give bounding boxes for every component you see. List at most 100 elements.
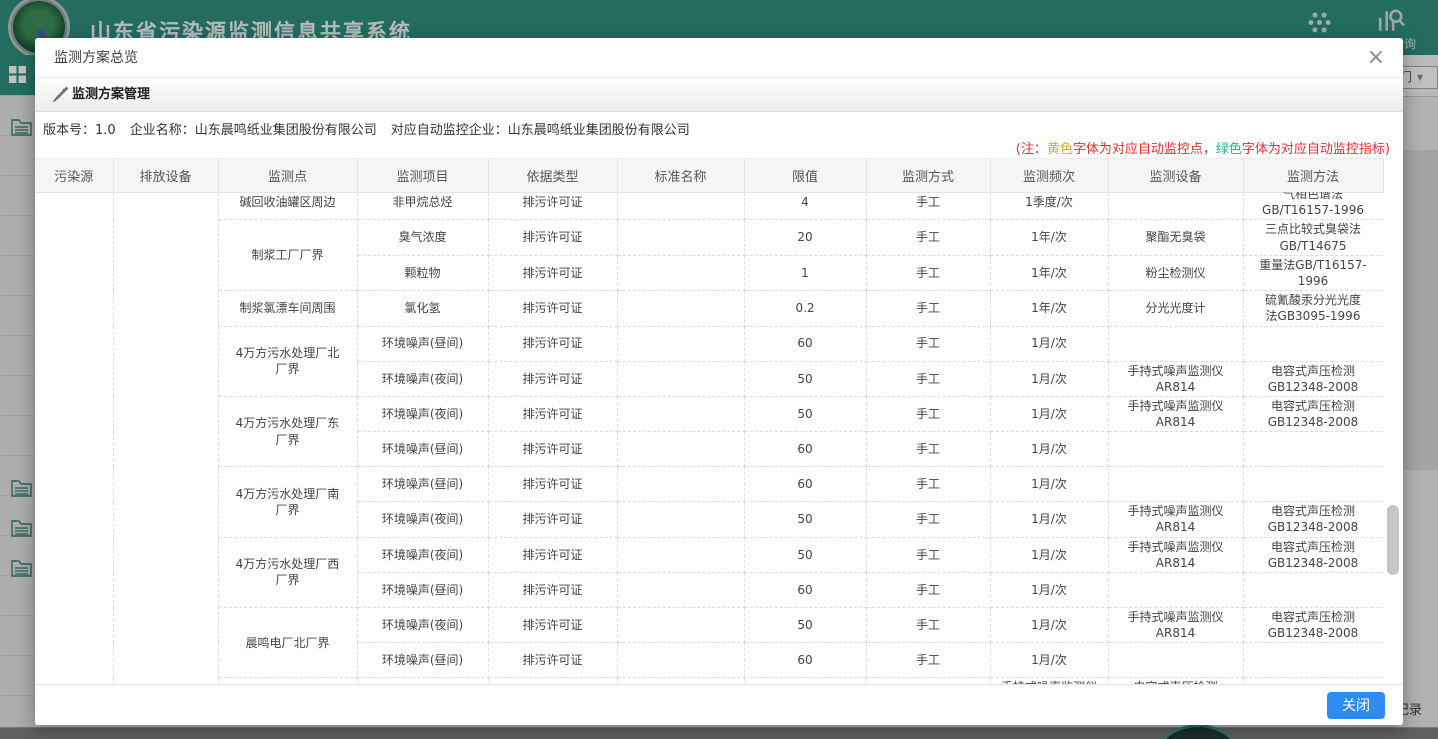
table-cell: [617, 220, 744, 255]
table-cell: 50: [744, 537, 866, 572]
table-cell: 环境噪声(昼间): [357, 432, 488, 467]
table-cell: 手工: [866, 573, 990, 608]
table-cell: 颗粒物: [357, 255, 488, 290]
table-cell: 1月/次: [990, 432, 1108, 467]
table-cell: 臭气浓度: [357, 220, 488, 255]
column-header-0: 污染源: [35, 159, 113, 193]
auto-company-value: 山东晨鸣纸业集团股份有限公司: [508, 123, 690, 138]
table-cell: 手工: [866, 432, 990, 467]
table-cell: 碱回收油罐区周边: [218, 192, 357, 220]
column-header-2: 监测点: [218, 159, 357, 193]
table-cell: [617, 643, 744, 678]
company-value: 山东晨鸣纸业集团股份有限公司: [195, 123, 377, 138]
table-cell: 1月/次: [990, 467, 1108, 502]
table-row: 制浆氯漂车间周围氯化氢排污许可证0.2手工1年/次分光光度计硫氰酸汞分光光度法G…: [35, 291, 1383, 326]
table-cell: [617, 326, 744, 361]
table-cell: 电容式声压检测GB12348-2008: [1243, 396, 1383, 431]
table-cell: 排污许可证: [488, 537, 617, 572]
table-cell: 50: [744, 396, 866, 431]
table-cell: 手工: [866, 608, 990, 643]
table-cell: 电容式声压检测GB12348-2008: [1243, 608, 1383, 643]
close-icon[interactable]: ×: [1367, 45, 1385, 71]
table-cell: [1243, 643, 1383, 678]
table-cell: [617, 255, 744, 290]
monitoring-plan-modal: 监测方案总览 × 监测方案管理 版本号：1.0企业名称：山东晨鸣纸业集团股份有限…: [35, 38, 1403, 725]
table-cell: 1年/次: [990, 291, 1108, 326]
table-cell: 手工: [866, 361, 990, 396]
plan-info-line: 版本号：1.0企业名称：山东晨鸣纸业集团股份有限公司对应自动监控企业：山东晨鸣纸…: [43, 119, 690, 138]
section-title: 监测方案管理: [72, 78, 150, 111]
modal-footer: 关闭: [35, 684, 1403, 725]
table-cell: 环境噪声(昼间): [357, 326, 488, 361]
column-header-8: 监测频次: [990, 159, 1108, 193]
column-header-6: 限值: [744, 159, 866, 193]
table-cell: [1243, 573, 1383, 608]
column-header-4: 依据类型: [488, 159, 617, 193]
table-cell: [617, 192, 744, 220]
column-header-5: 标准名称: [617, 159, 744, 193]
column-header-9: 监测设备: [1108, 159, 1243, 193]
column-header-1: 排放设备: [113, 159, 218, 193]
scrollbar-thumb[interactable]: [1387, 505, 1399, 575]
legend-note: (注：黄色字体为对应自动监控点，绿色字体为对应自动监控指标): [1016, 138, 1390, 157]
auto-company-label: 对应自动监控企业：: [391, 123, 508, 138]
table-cell: 1月/次: [990, 396, 1108, 431]
version-label: 版本号：: [43, 123, 95, 138]
table-cell: 4万方污水处理厂北厂界: [218, 326, 357, 396]
yellow-legend: 黄色: [1047, 142, 1073, 157]
table-cell: 气相色谱法GB/T16157-1996: [1243, 192, 1383, 220]
table-cell: 手工: [866, 502, 990, 537]
table-row: 碱回收油罐区周边非甲烷总烃排污许可证4手工1季度/次气相色谱法GB/T16157…: [35, 192, 1383, 220]
table-cell: 手工: [866, 467, 990, 502]
table-cell: 环境噪声(夜间): [357, 361, 488, 396]
close-button[interactable]: 关闭: [1327, 692, 1385, 719]
table-cell: [617, 432, 744, 467]
table-cell: [1108, 432, 1243, 467]
table-cell: 排污许可证: [488, 573, 617, 608]
table-cell: 手工: [866, 255, 990, 290]
table-row: 4万方污水处理厂西厂界环境噪声(夜间)排污许可证50手工1月/次手持式噪声监测仪…: [35, 537, 1383, 572]
table-cell: 手工: [866, 326, 990, 361]
table-cell: 重量法GB/T16157-1996: [1243, 255, 1383, 290]
table-row: 制浆工厂厂界臭气浓度排污许可证20手工1年/次聚酯无臭袋三点比较式臭袋法GB/T…: [35, 220, 1383, 255]
table-cell: [113, 192, 218, 684]
table-cell: 分光光度计: [1108, 291, 1243, 326]
scrollbar-track[interactable]: [1387, 158, 1400, 684]
table-cell: 手工: [866, 192, 990, 220]
pen-icon: [51, 85, 69, 107]
table-cell: 1年/次: [990, 220, 1108, 255]
table-cell: 聚酯无臭袋: [1108, 220, 1243, 255]
table-cell: 排污许可证: [488, 432, 617, 467]
table-cell: 环境噪声(昼间): [357, 573, 488, 608]
table-cell: 0.2: [744, 291, 866, 326]
version-value: 1.0: [95, 123, 116, 138]
table-cell: 排污许可证: [488, 608, 617, 643]
table-cell: 50: [744, 608, 866, 643]
modal-header: 监测方案总览 ×: [35, 38, 1403, 78]
table-cell: 排污许可证: [488, 192, 617, 220]
table-cell: 1月/次: [990, 643, 1108, 678]
table-cell: 氯化氢: [357, 291, 488, 326]
table-cell: [35, 192, 113, 684]
table-cell: 手持式噪声监测仪AR814: [1108, 537, 1243, 572]
table-cell: 60: [744, 467, 866, 502]
table-cell: 粉尘检测仪: [1108, 255, 1243, 290]
table-cell: 1年/次: [990, 255, 1108, 290]
table-row: 晨鸣电厂北厂界环境噪声(夜间)排污许可证50手工1月/次手持式噪声监测仪AR81…: [35, 608, 1383, 643]
company-label: 企业名称：: [130, 123, 195, 138]
table-cell: 硫氰酸汞分光光度法GB3095-1996: [1243, 291, 1383, 326]
table-cell: [617, 291, 744, 326]
table-cell: 手工: [866, 643, 990, 678]
table-row: 4万方污水处理厂南厂界环境噪声(昼间)排污许可证60手工1月/次: [35, 467, 1383, 502]
table-cell: 排污许可证: [488, 396, 617, 431]
table-cell: 手工: [866, 291, 990, 326]
monitoring-table-body: 碱回收油罐区周边非甲烷总烃排污许可证4手工1季度/次气相色谱法GB/T16157…: [35, 192, 1383, 684]
table-cell: 1月/次: [990, 502, 1108, 537]
table-cell: 手工: [866, 220, 990, 255]
table-cell: [617, 608, 744, 643]
table-cell: [617, 573, 744, 608]
table-cell: [1108, 573, 1243, 608]
table-cell: 4: [744, 192, 866, 220]
table-scroll-viewport[interactable]: 碱回收油罐区周边非甲烷总烃排污许可证4手工1季度/次气相色谱法GB/T16157…: [35, 192, 1383, 684]
table-cell: 环境噪声(昼间): [357, 643, 488, 678]
